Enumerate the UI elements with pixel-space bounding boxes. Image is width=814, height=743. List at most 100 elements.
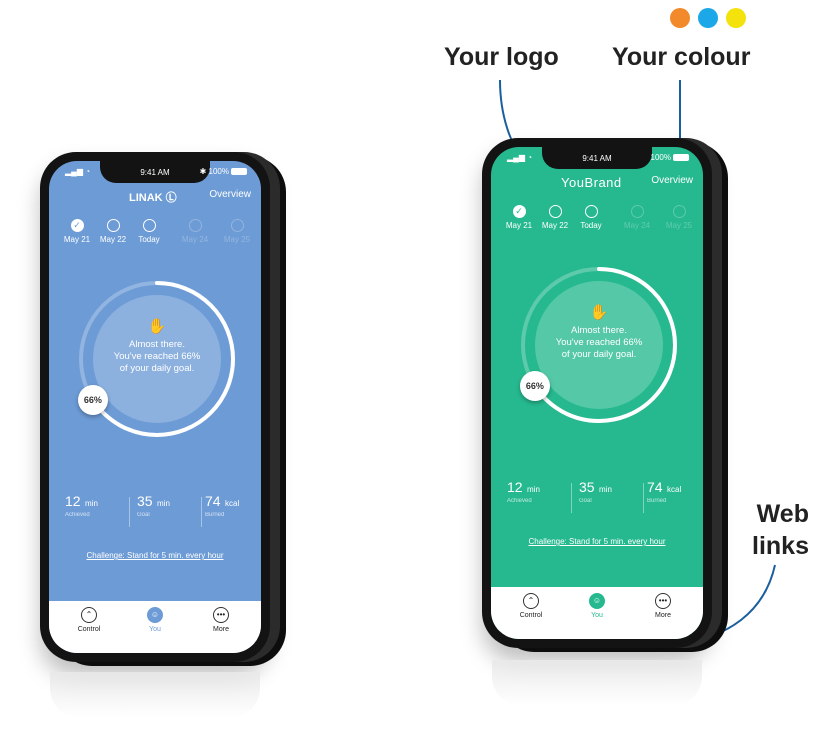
day-label: May 25	[665, 221, 693, 230]
stat-value: 35	[137, 493, 153, 509]
day-item[interactable]: May 24	[617, 205, 657, 230]
phone-right: ▂▄▆ ◔ 9:41 AM 100% YouBrand Overview ✓ Ma…	[482, 138, 712, 648]
stats-row: 12 min Achieved 35 min Goal 74 kcal Burned	[57, 493, 253, 533]
day-ring-icon	[672, 205, 686, 218]
status-time: 9:41 AM	[582, 154, 612, 163]
stat-value: 12	[507, 479, 523, 495]
links-label-line: links	[752, 532, 809, 560]
day-selector: ✓ May 21 May 22 Today May 24 May 25	[57, 219, 253, 255]
day-item[interactable]: Today	[571, 205, 611, 230]
day-label: Today	[138, 235, 160, 244]
stat-item: 12 min Achieved	[507, 479, 569, 504]
day-item[interactable]: May 25	[659, 205, 699, 230]
message-line-1: Almost there.	[129, 339, 185, 350]
signal-icon: ▂▄▆ ◔	[507, 153, 533, 162]
day-ring-icon	[584, 205, 598, 218]
tab-more[interactable]: ••• More	[199, 607, 243, 633]
hands-icon: ✋	[589, 304, 609, 321]
stat-label: Achieved	[65, 512, 90, 518]
tab-control[interactable]: ⌃ Control	[509, 593, 553, 619]
battery-indicator: ✱ 100%	[200, 167, 247, 176]
stat-label: Goal	[579, 498, 592, 504]
overview-link[interactable]: Overview	[651, 175, 693, 186]
web-links-label: Web links	[752, 498, 809, 562]
overview-link[interactable]: Overview	[209, 189, 251, 200]
stat-item: 12 min Achieved	[65, 493, 127, 518]
web-label-line: Web	[756, 500, 809, 528]
stat-value: 35	[579, 479, 595, 495]
tab-label: You	[591, 612, 603, 619]
progress-message: ✋ Almost there. You've reached 66% of yo…	[93, 319, 221, 375]
tab-you[interactable]: ☺ You	[575, 593, 619, 619]
battery-icon	[231, 168, 247, 176]
your-logo-label: Your logo	[444, 43, 559, 71]
stat-divider	[571, 483, 572, 513]
tab-label: More	[213, 626, 229, 633]
message-line-1: Almost there.	[571, 325, 627, 336]
phone-left-reflection	[50, 672, 260, 718]
stat-unit: kcal	[225, 499, 240, 508]
user-icon: ☺	[147, 607, 163, 623]
day-label: May 22	[541, 221, 569, 230]
stat-unit: kcal	[667, 485, 682, 494]
day-label: May 24	[623, 221, 651, 230]
day-item[interactable]: May 22	[93, 219, 133, 244]
day-item[interactable]: May 25	[217, 219, 257, 244]
battery-text: ✱ 100%	[199, 167, 229, 176]
day-ring-icon	[230, 219, 244, 232]
stat-item: 74 kcal Burned	[205, 493, 261, 518]
stat-label: Burned	[205, 512, 225, 518]
more-icon: •••	[655, 593, 671, 609]
battery-icon	[673, 154, 689, 162]
progress-inner-circle: ✋ Almost there. You've reached 66% of yo…	[535, 281, 663, 409]
day-label: May 25	[223, 235, 251, 244]
control-icon: ⌃	[81, 607, 97, 623]
day-label: Today	[580, 221, 602, 230]
progress-inner-circle: ✋ Almost there. You've reached 66% of yo…	[93, 295, 221, 423]
tab-label: You	[149, 626, 161, 633]
stat-value: 12	[65, 493, 81, 509]
phone-right-reflection	[492, 660, 702, 706]
stat-divider	[643, 483, 644, 513]
phone-screen: ▂▄▆ ◔ 9:41 AM 100% YouBrand Overview ✓ Ma…	[491, 147, 703, 639]
progress-percent-badge: 66%	[77, 384, 108, 415]
progress-ring: ✋ Almost there. You've reached 66% of yo…	[71, 273, 243, 445]
stat-item: 35 min Goal	[579, 479, 641, 504]
stat-unit: min	[85, 499, 98, 508]
day-selector: ✓ May 21 May 22 Today May 24 May 25	[499, 205, 695, 241]
tab-label: More	[655, 612, 671, 619]
message-line-2: You've reached 66%	[113, 351, 201, 362]
stat-item: 35 min Goal	[137, 493, 199, 518]
status-time: 9:41 AM	[140, 168, 170, 177]
control-icon: ⌃	[523, 593, 539, 609]
stat-divider	[129, 497, 130, 527]
message-line-3: of your daily goal.	[561, 349, 637, 360]
stat-label: Goal	[137, 512, 150, 518]
day-item[interactable]: May 22	[535, 205, 575, 230]
day-item[interactable]: ✓ May 21	[499, 205, 539, 230]
day-item[interactable]: May 24	[175, 219, 215, 244]
phone-screen: ▂▄▆ ◔ 9:41 AM ✱ 100% LINAK Ⓛ Overview ✓ M…	[49, 161, 261, 653]
day-label: May 24	[181, 235, 209, 244]
message-line-3: of your daily goal.	[119, 363, 195, 374]
progress-ring: ✋ Almost there. You've reached 66% of yo…	[513, 259, 685, 431]
day-item[interactable]: Today	[129, 219, 169, 244]
tab-label: Control	[77, 626, 101, 633]
stats-row: 12 min Achieved 35 min Goal 74 kcal Burned	[499, 479, 695, 519]
day-item[interactable]: ✓ May 21	[57, 219, 97, 244]
tab-more[interactable]: ••• More	[641, 593, 685, 619]
brand-logo: YouBrand	[561, 175, 622, 190]
stat-label: Achieved	[507, 498, 532, 504]
challenge-link[interactable]: Challenge: Stand for 5 min. every hour	[49, 551, 261, 560]
brand-logo: LINAK Ⓛ	[129, 192, 177, 204]
tab-control[interactable]: ⌃ Control	[67, 607, 111, 633]
phone-left: ▂▄▆ ◔ 9:41 AM ✱ 100% LINAK Ⓛ Overview ✓ M…	[40, 152, 270, 662]
challenge-link[interactable]: Challenge: Stand for 5 min. every hour	[491, 537, 703, 546]
battery-indicator: 100%	[651, 153, 689, 162]
tab-you[interactable]: ☺ You	[133, 607, 177, 633]
tab-label: Control	[519, 612, 543, 619]
day-ring-icon	[106, 219, 120, 232]
signal-icon: ▂▄▆ ◔	[65, 167, 91, 176]
day-ring-icon	[630, 205, 644, 218]
check-icon: ✓	[70, 219, 84, 232]
